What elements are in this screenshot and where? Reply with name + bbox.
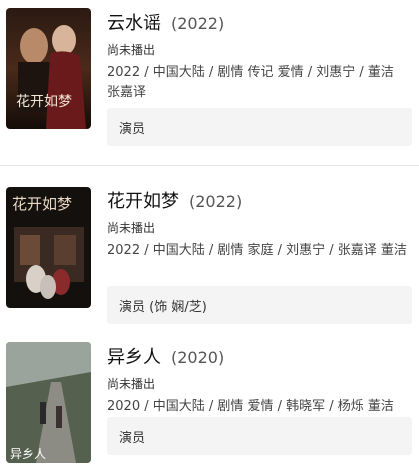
item-title[interactable]: 云水谣 xyxy=(107,9,161,35)
poster-title-text: 花开如梦 xyxy=(16,94,72,110)
list-item[interactable]: 异乡人 异乡人 (2020) 尚未播出 2020 / 中国大陆 / 剧情 爱情 … xyxy=(0,340,419,467)
filmography-list: 花开如梦 云水谣 (2022) 尚未播出 2022 / 中国大陆 / 剧情 传记… xyxy=(0,0,419,467)
item-title[interactable]: 花开如梦 xyxy=(107,187,179,213)
item-year: (2022) xyxy=(189,192,243,211)
item-meta: 2022 / 中国大陆 / 剧情 家庭 / 刘惠宁 / 张嘉译 董洁 xyxy=(107,243,407,258)
role-box: 演员 (饰 娴/芝) xyxy=(107,286,412,324)
poster-image[interactable]: 花开如梦 xyxy=(6,8,91,129)
poster-title-text: 异乡人 xyxy=(10,447,46,461)
release-status: 尚未播出 xyxy=(107,377,156,391)
item-info: 云水谣 (2022) 尚未播出 2022 / 中国大陆 / 剧情 传记 爱情 /… xyxy=(107,9,411,103)
item-info: 异乡人 (2020) 尚未播出 2020 / 中国大陆 / 剧情 爱情 / 韩晓… xyxy=(107,343,411,417)
title-line: 花开如梦 (2022) xyxy=(107,187,411,213)
item-title[interactable]: 异乡人 xyxy=(107,343,161,369)
title-line: 云水谣 (2022) xyxy=(107,9,411,35)
release-status: 尚未播出 xyxy=(107,221,156,235)
item-meta: 2020 / 中国大陆 / 剧情 爱情 / 韩晓军 / 杨烁 董洁 xyxy=(107,399,394,414)
poster-title-text: 花开如梦 xyxy=(12,195,72,213)
role-box: 演员 xyxy=(107,417,412,455)
release-status: 尚未播出 xyxy=(107,43,156,57)
role-text: 演员 (饰 娴/芝) xyxy=(119,299,207,315)
role-box: 演员 xyxy=(107,108,412,146)
item-meta: 2022 / 中国大陆 / 剧情 传记 爱情 / 刘惠宁 / 董洁 张嘉译 xyxy=(107,65,394,100)
role-text: 演员 xyxy=(119,430,146,446)
item-info: 花开如梦 (2022) 尚未播出 2022 / 中国大陆 / 剧情 家庭 / 刘… xyxy=(107,187,411,261)
role-text: 演员 xyxy=(119,121,146,137)
poster-image[interactable]: 异乡人 xyxy=(6,342,91,463)
title-line: 异乡人 (2020) xyxy=(107,343,411,369)
list-item[interactable]: 花开如梦 花开如梦 (2022) 尚未播出 2022 / 中国大陆 / 剧情 家… xyxy=(0,180,419,330)
item-year: (2020) xyxy=(171,348,225,367)
item-year: (2022) xyxy=(171,14,225,33)
list-item[interactable]: 花开如梦 云水谣 (2022) 尚未播出 2022 / 中国大陆 / 剧情 传记… xyxy=(0,0,419,160)
poster-image[interactable]: 花开如梦 xyxy=(6,187,91,308)
divider xyxy=(0,165,419,166)
